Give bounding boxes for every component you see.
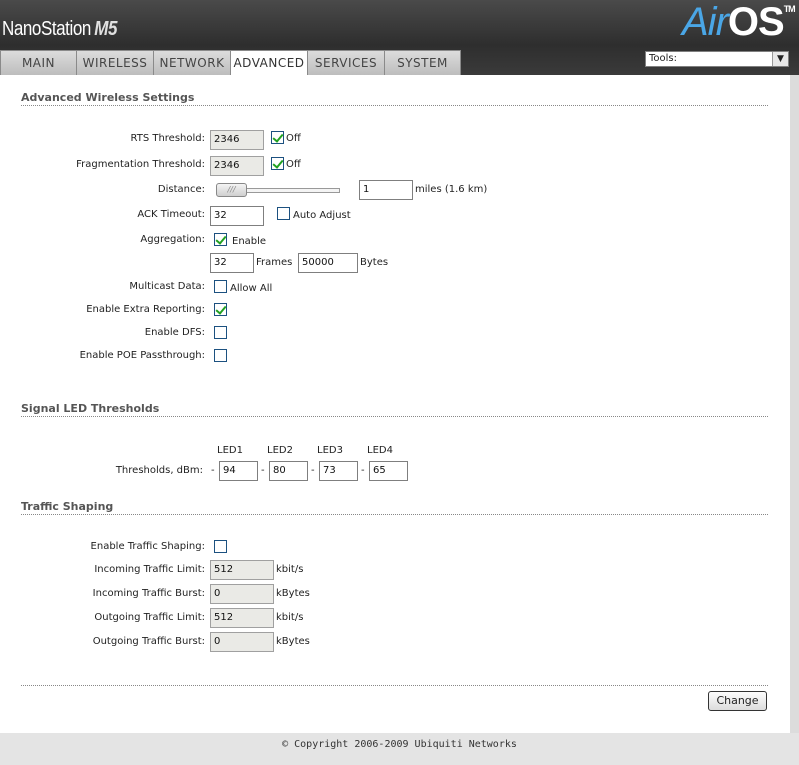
tab-advanced[interactable]: ADVANCED bbox=[230, 50, 308, 76]
fragmentation-off-checkbox[interactable] bbox=[271, 157, 284, 170]
fragmentation-threshold-label: Fragmentation Threshold: bbox=[76, 159, 205, 170]
incoming-burst-label: Incoming Traffic Burst: bbox=[92, 588, 205, 599]
frames-label: Frames bbox=[256, 257, 293, 268]
outgoing-limit-input[interactable]: 512 bbox=[210, 608, 274, 628]
outgoing-limit-unit: kbit/s bbox=[276, 612, 304, 623]
distance-slider-handle[interactable]: /// bbox=[216, 183, 247, 197]
led2-threshold-input[interactable]: 80 bbox=[269, 461, 308, 481]
tab-network[interactable]: NETWORK bbox=[153, 50, 231, 75]
incoming-burst-unit: kBytes bbox=[276, 588, 310, 599]
allow-all-checkbox[interactable] bbox=[214, 280, 227, 293]
tools-select[interactable]: Tools: ▼ bbox=[645, 51, 789, 67]
device-model: M5 bbox=[94, 18, 118, 40]
led4-threshold-input[interactable]: 65 bbox=[369, 461, 408, 481]
distance-input[interactable]: 1 bbox=[359, 180, 413, 200]
distance-label: Distance: bbox=[157, 184, 205, 195]
extra-reporting-checkbox[interactable] bbox=[214, 303, 227, 316]
outgoing-limit-label: Outgoing Traffic Limit: bbox=[94, 612, 205, 623]
led1-header: LED1 bbox=[217, 445, 243, 456]
minus-sign: - bbox=[261, 465, 265, 476]
change-button[interactable]: Change bbox=[708, 691, 767, 711]
aggregation-bytes-input[interactable]: 50000 bbox=[298, 253, 358, 273]
outgoing-burst-unit: kBytes bbox=[276, 636, 310, 647]
divider bbox=[21, 685, 768, 686]
device-name: NanoStation M5 bbox=[2, 18, 118, 40]
aggregation-label: Aggregation: bbox=[140, 234, 205, 245]
section-title-traffic-shaping: Traffic Shaping bbox=[21, 500, 114, 513]
dfs-label: Enable DFS: bbox=[144, 327, 205, 338]
ack-timeout-label: ACK Timeout: bbox=[137, 209, 205, 220]
header-bar: NanoStation M5 AirOSTM MAIN WIRELESS NETW… bbox=[0, 0, 799, 76]
footer-copyright: © Copyright 2006-2009 Ubiquiti Networks bbox=[0, 733, 799, 765]
auto-adjust-checkbox[interactable] bbox=[277, 207, 290, 220]
chevron-down-icon[interactable]: ▼ bbox=[772, 52, 788, 66]
minus-sign: - bbox=[211, 465, 215, 476]
enable-traffic-shaping-checkbox[interactable] bbox=[214, 540, 227, 553]
incoming-limit-label: Incoming Traffic Limit: bbox=[94, 564, 205, 575]
divider bbox=[21, 514, 768, 515]
fragmentation-off-label: Off bbox=[286, 159, 301, 170]
incoming-burst-input[interactable]: 0 bbox=[210, 584, 274, 604]
rts-threshold-label: RTS Threshold: bbox=[130, 133, 205, 144]
minus-sign: - bbox=[311, 465, 315, 476]
auto-adjust-label: Auto Adjust bbox=[293, 210, 351, 221]
main-content: Advanced Wireless Settings RTS Threshold… bbox=[0, 75, 790, 733]
tab-main[interactable]: MAIN bbox=[0, 50, 77, 75]
divider bbox=[21, 416, 768, 417]
aggregation-enable-label: Enable bbox=[232, 236, 267, 247]
dfs-checkbox[interactable] bbox=[214, 326, 227, 339]
tab-system[interactable]: SYSTEM bbox=[384, 50, 461, 75]
fragmentation-threshold-input[interactable]: 2346 bbox=[210, 156, 264, 176]
minus-sign: - bbox=[361, 465, 365, 476]
tab-wireless[interactable]: WIRELESS bbox=[76, 50, 154, 75]
airos-logo: AirOSTM bbox=[682, 0, 796, 44]
incoming-limit-unit: kbit/s bbox=[276, 564, 304, 575]
outgoing-burst-input[interactable]: 0 bbox=[210, 632, 274, 652]
section-title-signal-led: Signal LED Thresholds bbox=[21, 402, 160, 415]
enable-traffic-shaping-label: Enable Traffic Shaping: bbox=[90, 541, 205, 552]
poe-passthrough-checkbox[interactable] bbox=[214, 349, 227, 362]
distance-unit: miles (1.6 km) bbox=[415, 184, 488, 195]
rts-off-label: Off bbox=[286, 133, 301, 144]
ack-timeout-input[interactable]: 32 bbox=[210, 206, 264, 226]
thresholds-label: Thresholds, dBm: bbox=[115, 465, 203, 476]
allow-all-label: Allow All bbox=[230, 283, 273, 294]
rts-off-checkbox[interactable] bbox=[271, 131, 284, 144]
aggregation-frames-input[interactable]: 32 bbox=[210, 253, 254, 273]
led3-header: LED3 bbox=[317, 445, 343, 456]
outgoing-burst-label: Outgoing Traffic Burst: bbox=[92, 636, 205, 647]
incoming-limit-input[interactable]: 512 bbox=[210, 560, 274, 580]
rts-threshold-input[interactable]: 2346 bbox=[210, 130, 264, 150]
bytes-label: Bytes bbox=[360, 257, 389, 268]
led1-threshold-input[interactable]: 94 bbox=[219, 461, 258, 481]
aggregation-enable-checkbox[interactable] bbox=[214, 233, 227, 246]
divider bbox=[21, 105, 768, 106]
multicast-data-label: Multicast Data: bbox=[129, 281, 205, 292]
section-title-advanced: Advanced Wireless Settings bbox=[21, 91, 195, 104]
led2-header: LED2 bbox=[267, 445, 293, 456]
poe-passthrough-label: Enable POE Passthrough: bbox=[79, 350, 205, 361]
tab-services[interactable]: SERVICES bbox=[307, 50, 385, 75]
led3-threshold-input[interactable]: 73 bbox=[319, 461, 358, 481]
led4-header: LED4 bbox=[367, 445, 393, 456]
extra-reporting-label: Enable Extra Reporting: bbox=[86, 304, 205, 315]
